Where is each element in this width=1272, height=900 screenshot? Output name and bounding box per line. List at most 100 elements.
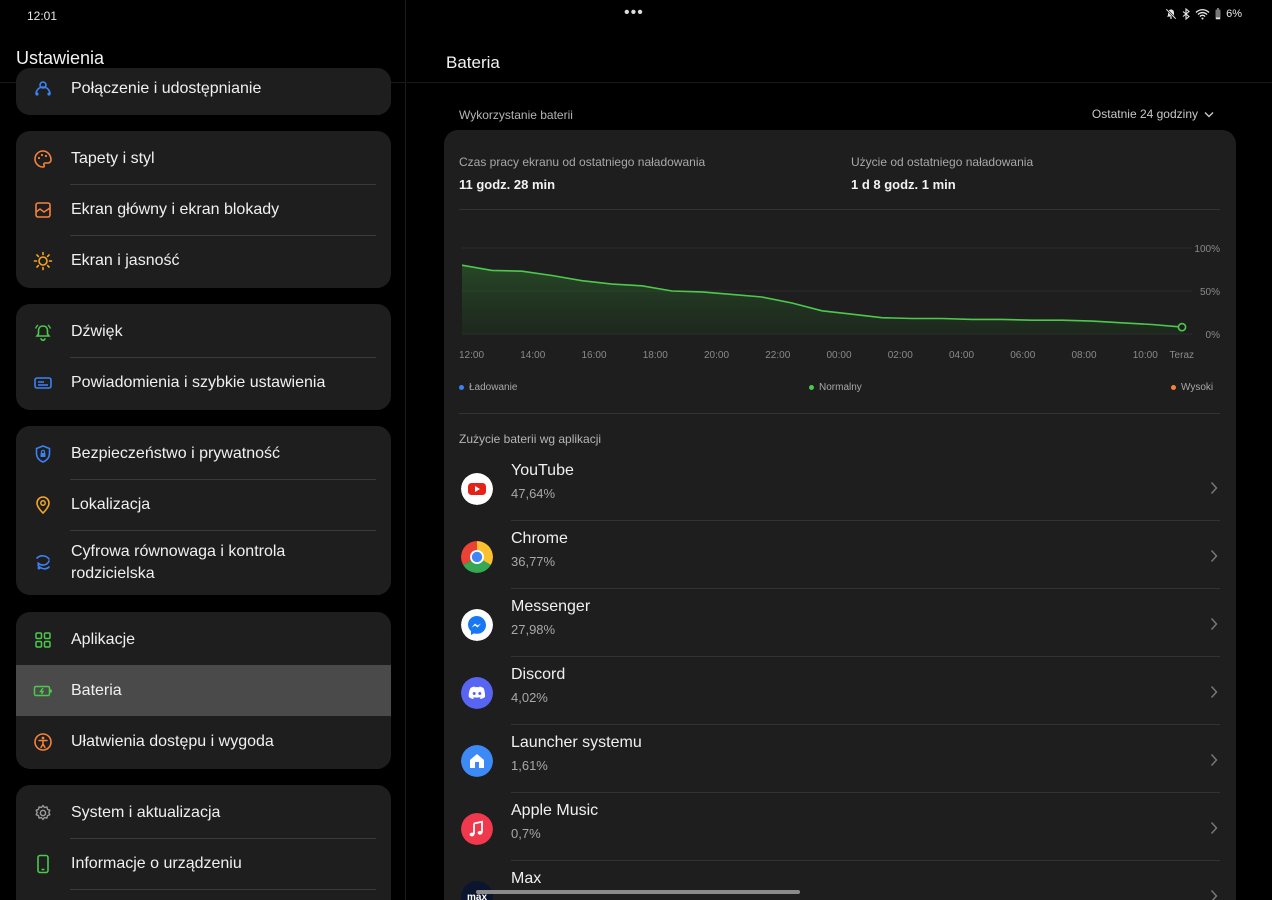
battery-card: Czas pracy ekranu od ostatniego naładowa… bbox=[444, 130, 1236, 900]
sidebar-item-label: Połączenie i udostępnianie bbox=[71, 79, 262, 97]
sidebar-item-home-lock-screen[interactable]: Ekran główny i ekran blokady bbox=[16, 184, 391, 235]
gear-icon bbox=[33, 803, 53, 823]
app-row-youtube[interactable]: YouTube 47,64% bbox=[444, 453, 1236, 521]
battery-usage-label: Wykorzystanie baterii bbox=[459, 108, 573, 122]
sidebar-item-display-brightness[interactable]: Ekran i jasność bbox=[16, 235, 391, 286]
app-percent: 47,64% bbox=[511, 486, 556, 501]
y-tick-label: 50% bbox=[1200, 287, 1220, 298]
digital-wellbeing-icon bbox=[33, 553, 53, 573]
settings-group-privacy: Bezpieczeństwo i prywatność Lokalizacja … bbox=[16, 426, 391, 595]
legend-charging: Ładowanie bbox=[459, 382, 517, 393]
apps-usage-label: Zużycie baterii wg aplikacji bbox=[459, 432, 602, 446]
x-tick-label: 16:00 bbox=[582, 350, 607, 361]
app-row-max[interactable]: max Max bbox=[444, 861, 1236, 900]
apps-grid-icon bbox=[33, 630, 53, 650]
x-tick-label: 08:00 bbox=[1072, 350, 1097, 361]
sun-icon bbox=[33, 251, 53, 271]
phone-icon bbox=[33, 854, 53, 874]
sidebar-item-accessibility[interactable]: Ułatwienia dostępu i wygoda bbox=[16, 716, 391, 767]
sidebar-item-battery[interactable]: Bateria bbox=[16, 665, 391, 716]
legend-label: Normalny bbox=[819, 382, 862, 393]
app-name: Apple Music bbox=[511, 802, 599, 819]
app-percent: 4,02% bbox=[511, 690, 548, 705]
app-percent: 1,61% bbox=[511, 758, 548, 773]
app-name: Launcher systemu bbox=[511, 734, 642, 751]
settings-group-apps: Aplikacje Bateria Ułatwienia dostępu i w… bbox=[16, 612, 391, 769]
chevron-right-icon bbox=[1210, 618, 1218, 630]
app-name: Max bbox=[511, 870, 542, 887]
accessibility-icon bbox=[33, 732, 53, 752]
sidebar-item-sound[interactable]: Dźwięk bbox=[16, 306, 391, 357]
sidebar-item-notifications[interactable]: Powiadomienia i szybkie ustawienia bbox=[16, 357, 391, 408]
sidebar-item-wallpapers[interactable]: Tapety i styl bbox=[16, 133, 391, 184]
x-tick-label: 02:00 bbox=[888, 350, 913, 361]
location-pin-icon bbox=[33, 495, 53, 515]
settings-sidebar: Ustawienia Połączenie i udostępnianie Ta… bbox=[0, 0, 406, 900]
chevron-down-icon bbox=[1204, 111, 1214, 117]
youtube-icon bbox=[461, 473, 493, 505]
share-connection-icon bbox=[33, 79, 53, 99]
sidebar-item-label: Powiadomienia i szybkie ustawienia bbox=[71, 373, 326, 391]
x-tick-label: 18:00 bbox=[643, 350, 668, 361]
sidebar-item-label: Lokalizacja bbox=[71, 495, 151, 513]
palette-icon bbox=[33, 149, 53, 169]
sidebar-item-location[interactable]: Lokalizacja bbox=[16, 479, 391, 530]
legend-divider bbox=[459, 413, 1220, 414]
sidebar-item-label: Informacje o urządzeniu bbox=[71, 854, 242, 872]
chevron-right-icon bbox=[1210, 890, 1218, 900]
battery-area-fill bbox=[462, 265, 1182, 334]
legend-dot bbox=[1171, 385, 1176, 390]
legend-dot bbox=[459, 385, 464, 390]
sidebar-item-label: Tapety i styl bbox=[71, 149, 155, 167]
launcher-icon bbox=[461, 745, 493, 777]
app-name: Discord bbox=[511, 666, 566, 683]
wifi-icon bbox=[1195, 9, 1210, 20]
x-tick-label: 04:00 bbox=[949, 350, 974, 361]
page-title: Bateria bbox=[446, 53, 500, 72]
x-tick-label: 10:00 bbox=[1133, 350, 1158, 361]
battery-charging-icon bbox=[33, 681, 53, 701]
gesture-nav-bar[interactable] bbox=[476, 890, 800, 894]
chevron-right-icon bbox=[1210, 550, 1218, 562]
notification-panel-icon bbox=[33, 373, 53, 393]
app-name: YouTube bbox=[511, 462, 574, 479]
sidebar-item-label: Cyfrowa równowaga i kontrola rodzicielsk… bbox=[71, 542, 286, 582]
app-percent: 27,98% bbox=[511, 622, 556, 637]
app-percent: 36,77% bbox=[511, 554, 556, 569]
settings-group-connection: Połączenie i udostępnianie bbox=[16, 68, 391, 115]
bluetooth-icon bbox=[1182, 8, 1190, 20]
sidebar-item-label: Ułatwienia dostępu i wygoda bbox=[71, 732, 274, 750]
sidebar-item-connection-sharing[interactable]: Połączenie i udostępnianie bbox=[16, 68, 391, 114]
time-range-value: Ostatnie 24 godziny bbox=[1091, 107, 1198, 121]
shield-icon bbox=[33, 444, 53, 464]
settings-group-sound: Dźwięk Powiadomienia i szybkie ustawieni… bbox=[16, 304, 391, 410]
legend-label: Ładowanie bbox=[469, 382, 518, 393]
home-screen-icon bbox=[33, 200, 53, 220]
apple-music-icon bbox=[461, 813, 493, 845]
app-row-apple-music[interactable]: Apple Music 0,7% bbox=[444, 793, 1236, 861]
sidebar-item-apps[interactable]: Aplikacje bbox=[16, 614, 391, 665]
x-tick-label: 14:00 bbox=[520, 350, 545, 361]
settings-group-display: Tapety i styl Ekran główny i ekran bloka… bbox=[16, 131, 391, 288]
sidebar-item-device-info[interactable]: Informacje o urządzeniu bbox=[16, 838, 391, 889]
app-row-messenger[interactable]: Messenger 27,98% bbox=[444, 589, 1236, 657]
sidebar-item-system-update[interactable]: System i aktualizacja bbox=[16, 787, 391, 838]
current-level-point bbox=[1177, 322, 1187, 332]
battery-icon bbox=[1215, 8, 1221, 20]
sidebar-item-digital-wellbeing[interactable]: Cyfrowa równowaga i kontrola rodzicielsk… bbox=[16, 530, 391, 595]
x-tick-label: 20:00 bbox=[704, 350, 729, 361]
app-name: Chrome bbox=[511, 530, 568, 547]
alarm-bell-icon bbox=[33, 322, 53, 342]
app-row-launcher[interactable]: Launcher systemu 1,61% bbox=[444, 725, 1236, 793]
multitask-dots[interactable]: ••• bbox=[624, 4, 644, 22]
sidebar-item-security-privacy[interactable]: Bezpieczeństwo i prywatność bbox=[16, 428, 391, 479]
settings-group-system: System i aktualizacja Informacje o urząd… bbox=[16, 785, 391, 900]
y-tick-label: 100% bbox=[1194, 244, 1220, 255]
y-tick-label: 0% bbox=[1206, 330, 1221, 341]
status-icons: 6% bbox=[1165, 8, 1242, 20]
app-row-discord[interactable]: Discord 4,02% bbox=[444, 657, 1236, 725]
chevron-right-icon bbox=[1210, 754, 1218, 766]
header-divider bbox=[407, 82, 1272, 83]
time-range-dropdown[interactable]: Ostatnie 24 godziny bbox=[1092, 107, 1214, 121]
app-row-chrome[interactable]: Chrome 36,77% bbox=[444, 521, 1236, 589]
